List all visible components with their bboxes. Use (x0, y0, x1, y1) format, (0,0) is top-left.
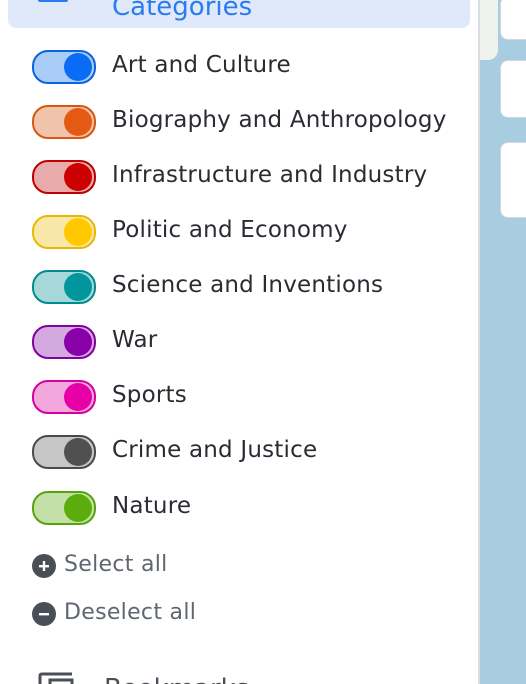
minus-circle-icon (32, 602, 56, 626)
deselect-all-label: Deselect all (64, 600, 197, 625)
category-row[interactable]: Science and Inventions (0, 266, 478, 306)
bookmark-icon (38, 672, 74, 684)
toggle-knob (64, 328, 92, 356)
toggle-knob (64, 53, 92, 81)
category-row[interactable]: Infrastructure and Industry (0, 156, 478, 196)
toggle-knob (64, 494, 92, 522)
category-label: Biography and Anthropology (112, 107, 447, 133)
select-all-label: Select all (64, 552, 168, 577)
map-landmass (480, 0, 498, 60)
toggle-knob (64, 383, 92, 411)
category-label: Nature (112, 493, 192, 519)
map-control-lower[interactable] (500, 142, 526, 218)
category-toggle[interactable] (32, 50, 96, 84)
category-row[interactable]: War (0, 321, 478, 361)
category-row[interactable]: Biography and Anthropology (0, 101, 478, 141)
category-toggle[interactable] (32, 491, 96, 525)
toggle-knob (64, 438, 92, 466)
category-toggle[interactable] (32, 215, 96, 249)
bookmarks-section-header[interactable]: Bookmarks (0, 664, 478, 684)
category-label: War (112, 327, 158, 353)
map-area[interactable] (480, 0, 526, 684)
toggle-knob (64, 218, 92, 246)
grid-icon (38, 0, 68, 2)
category-row[interactable]: Crime and Justice (0, 431, 478, 471)
category-toggle[interactable] (32, 160, 96, 194)
categories-section-header[interactable]: Categories (8, 0, 470, 28)
toggle-knob (64, 163, 92, 191)
bookmarks-label: Bookmarks (104, 674, 249, 684)
category-toggle[interactable] (32, 270, 96, 304)
category-toggle[interactable] (32, 105, 96, 139)
category-label: Science and Inventions (112, 272, 384, 298)
category-label: Art and Culture (112, 52, 291, 78)
sidebar: Categories Art and Culture Biography and … (0, 0, 478, 684)
map-control-top[interactable] (500, 0, 526, 40)
category-row[interactable]: Art and Culture (0, 46, 478, 86)
category-toggle[interactable] (32, 435, 96, 469)
category-row[interactable]: Sports (0, 376, 478, 416)
toggle-knob (64, 108, 92, 136)
category-label: Politic and Economy (112, 217, 348, 243)
category-toggle[interactable] (32, 325, 96, 359)
category-row[interactable]: Politic and Economy (0, 211, 478, 251)
category-label: Crime and Justice (112, 437, 318, 463)
section-title: Categories (112, 0, 253, 22)
category-label: Infrastructure and Industry (112, 162, 428, 188)
category-row[interactable]: Nature (0, 487, 478, 527)
map-control-middle[interactable] (500, 60, 526, 118)
category-toggle[interactable] (32, 380, 96, 414)
plus-circle-icon (32, 554, 56, 578)
toggle-knob (64, 273, 92, 301)
category-label: Sports (112, 382, 187, 408)
